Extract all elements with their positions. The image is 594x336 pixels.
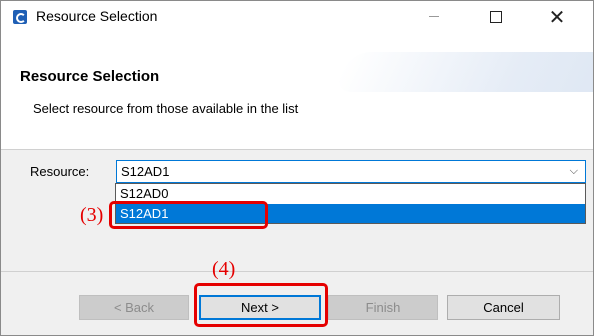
resource-selected-value: S12AD1 bbox=[121, 164, 170, 179]
chevron-down-icon[interactable]: ⌵ bbox=[570, 164, 578, 178]
page-description: Select resource from those available in … bbox=[33, 101, 299, 116]
minimize-icon bbox=[429, 16, 439, 17]
step-4-annotation: (4) bbox=[212, 258, 236, 280]
resource-combobox[interactable]: S12AD1 ⌵ bbox=[116, 160, 586, 183]
minimize-button[interactable] bbox=[411, 1, 457, 32]
finish-button[interactable]: Finish bbox=[328, 295, 438, 320]
title-bar[interactable]: Resource Selection ✕ bbox=[1, 1, 593, 32]
close-icon: ✕ bbox=[548, 4, 566, 29]
wizard-header: Resource Selection Select resource from … bbox=[1, 32, 593, 150]
footer-divider bbox=[1, 271, 593, 272]
cancel-button[interactable]: Cancel bbox=[447, 295, 560, 320]
maximize-button[interactable] bbox=[473, 1, 519, 32]
resource-label: Resource: bbox=[30, 164, 90, 179]
step-4-highlight-box bbox=[194, 283, 328, 327]
back-button[interactable]: < Back bbox=[79, 295, 189, 320]
app-logo-icon bbox=[13, 10, 27, 24]
close-button[interactable]: ✕ bbox=[534, 1, 580, 32]
window-title: Resource Selection bbox=[36, 8, 158, 24]
step-3-annotation: (3) bbox=[80, 204, 104, 226]
step-3-highlight-box bbox=[109, 201, 268, 229]
resource-selection-dialog: Resource Selection ✕ Resource Selection … bbox=[0, 0, 594, 336]
header-banner-graphic bbox=[331, 52, 593, 92]
page-title: Resource Selection bbox=[20, 68, 160, 85]
maximize-icon bbox=[490, 10, 502, 23]
